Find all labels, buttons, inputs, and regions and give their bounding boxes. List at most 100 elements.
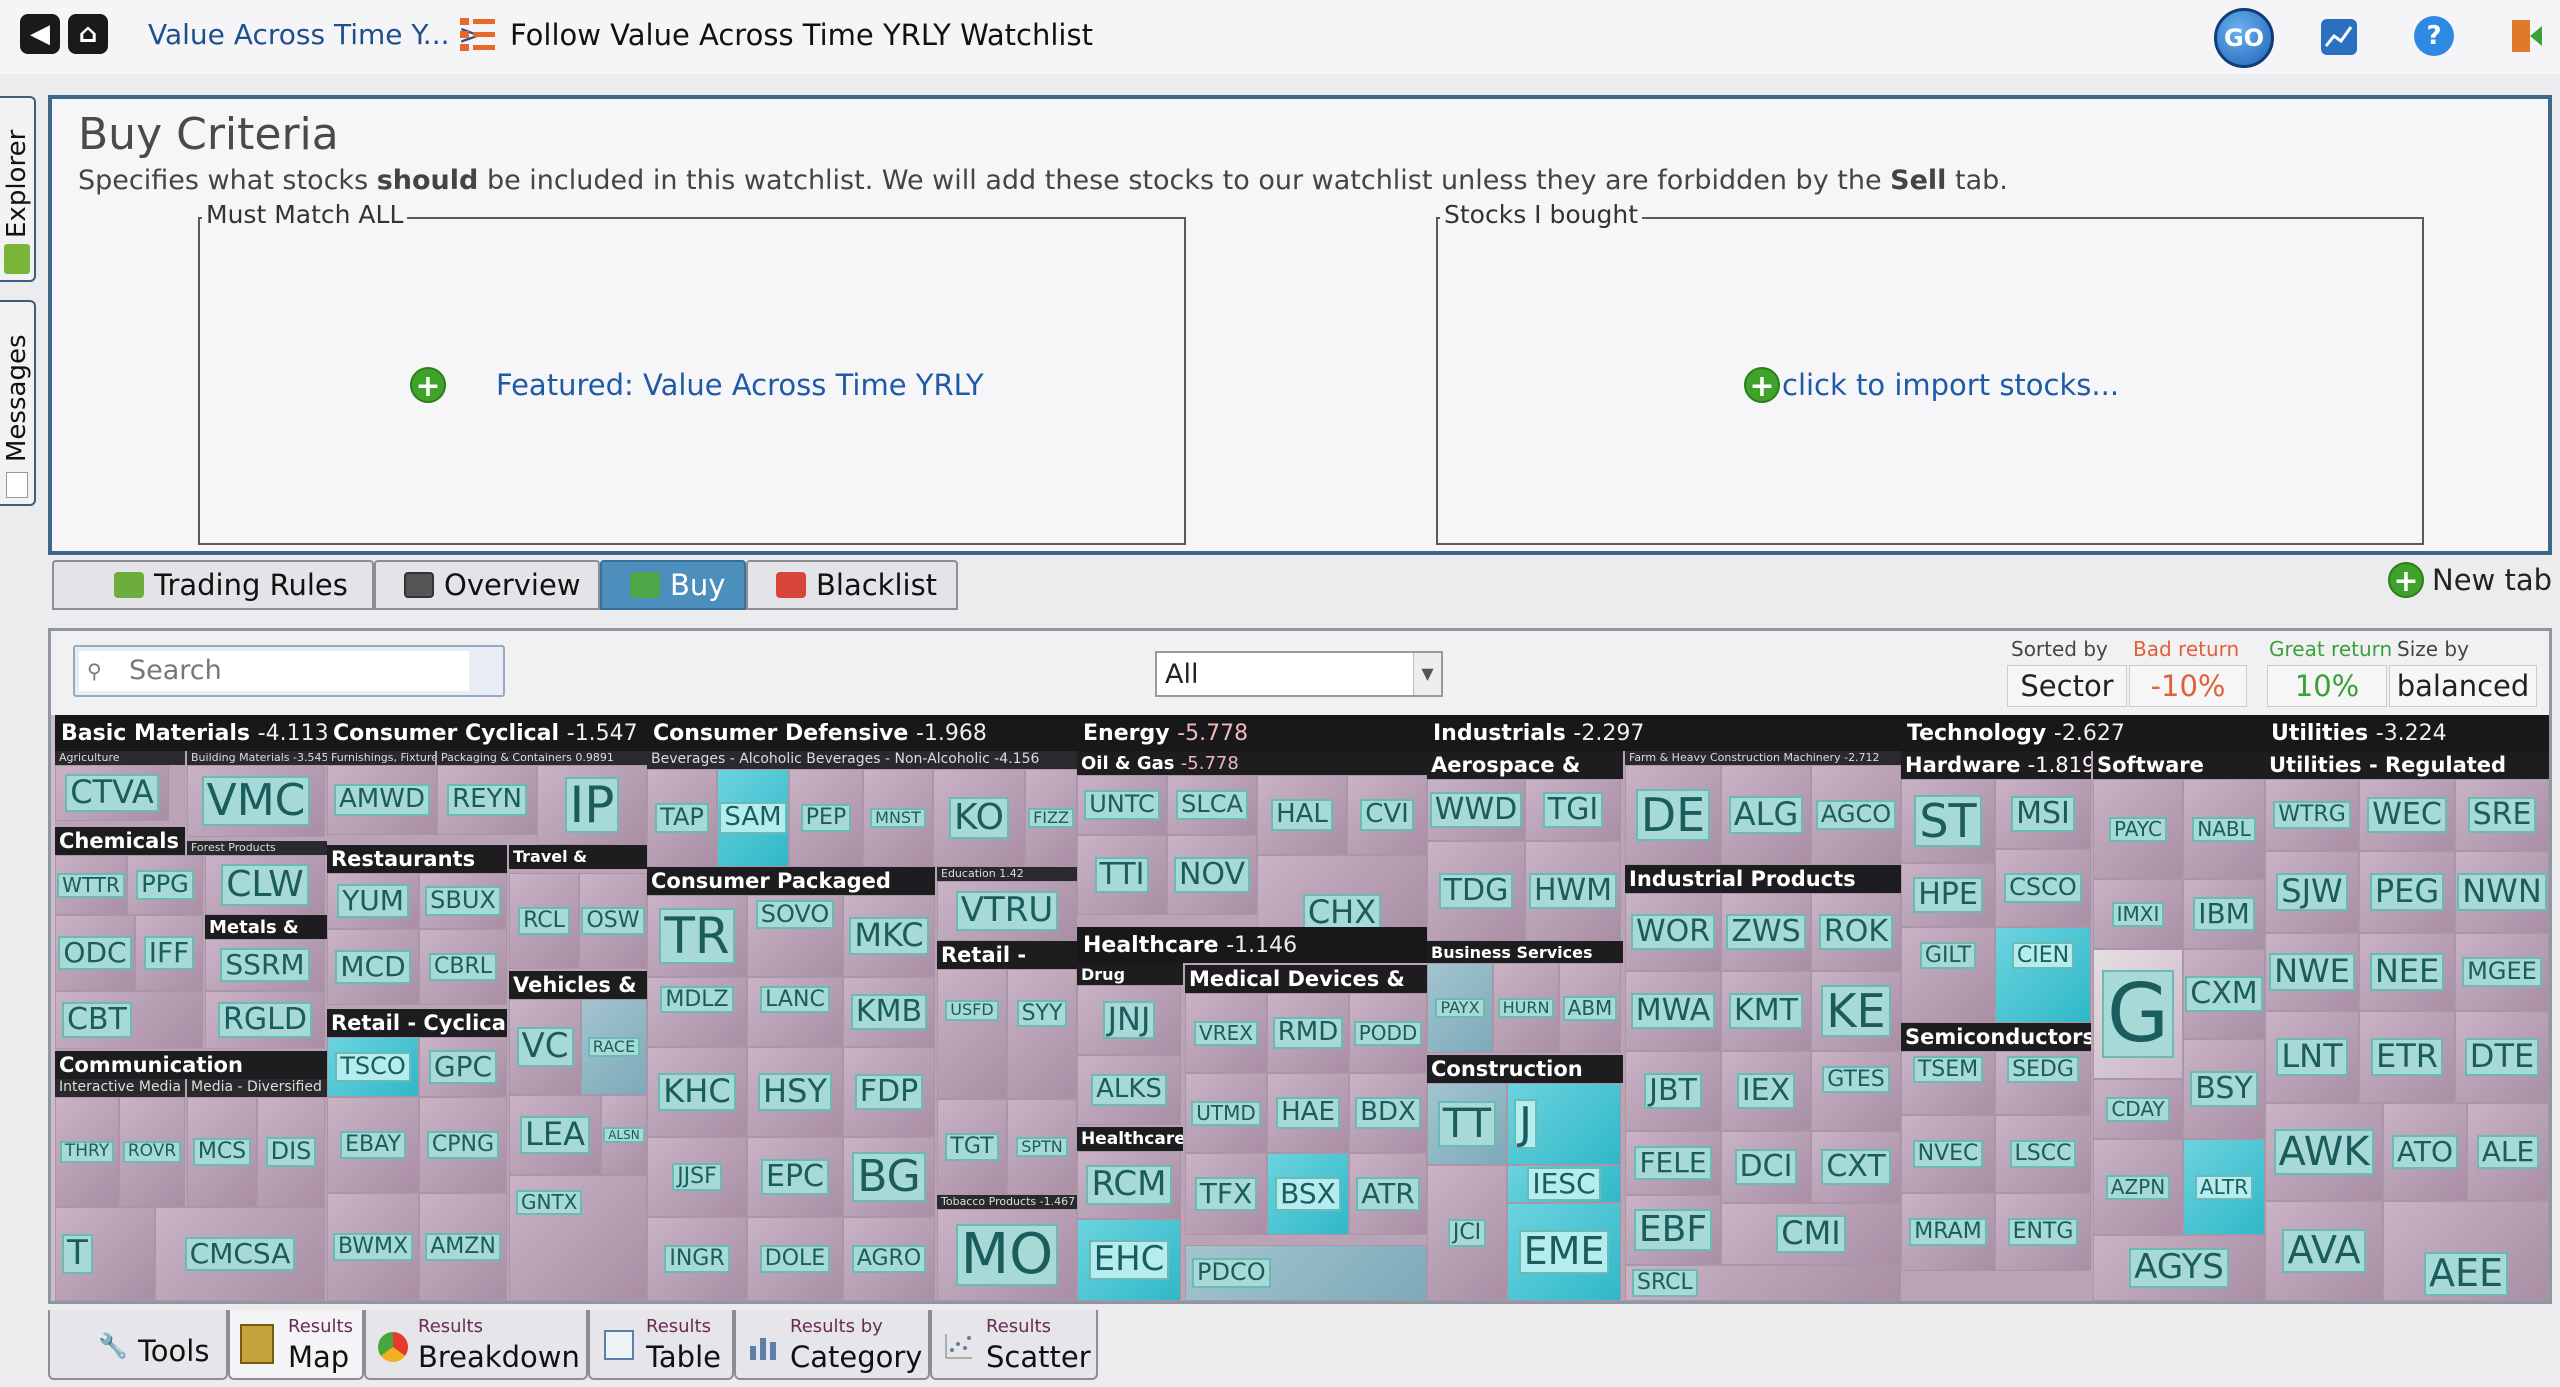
stock-tile[interactable]: TSEM: [1901, 1051, 1995, 1115]
stock-tile[interactable]: BSX: [1267, 1153, 1349, 1235]
stock-tile[interactable]: UTMD: [1185, 1073, 1267, 1153]
tab-results-category[interactable]: Results by Category: [734, 1310, 930, 1380]
explorer-side-tab[interactable]: Explorer: [0, 96, 36, 282]
stock-tile[interactable]: INGR: [647, 1217, 747, 1301]
stock-tile[interactable]: AMWD: [327, 765, 437, 835]
tab-blacklist[interactable]: Blacklist: [746, 560, 958, 610]
help-icon[interactable]: ?: [2414, 16, 2454, 56]
stock-tile[interactable]: TFX: [1185, 1153, 1267, 1235]
stock-tile[interactable]: FELE: [1625, 1131, 1721, 1195]
stock-tile[interactable]: PPG: [127, 855, 203, 915]
stock-tile[interactable]: LEA: [509, 1095, 601, 1175]
stock-tile[interactable]: PAYX: [1427, 963, 1493, 1053]
bad-return-value[interactable]: -10%: [2129, 665, 2247, 707]
tab-buy[interactable]: Buy: [600, 560, 746, 610]
stock-tile[interactable]: CTVA: [55, 765, 169, 821]
stock-tile[interactable]: MSI: [1995, 779, 2091, 849]
sector-consumer-defensive[interactable]: Consumer Defensive -1.968 Beverages - Al…: [647, 715, 1077, 1301]
stock-tile[interactable]: HSY: [747, 1047, 843, 1137]
stock-tile[interactable]: RGLD: [205, 991, 325, 1049]
stock-tile[interactable]: JCI: [1427, 1165, 1507, 1301]
sector-consumer-cyclical[interactable]: Consumer Cyclical -1.547 Furnishings, Fi…: [327, 715, 647, 1301]
stock-tile[interactable]: TAP: [647, 769, 717, 867]
stock-tile[interactable]: LANC: [747, 977, 843, 1047]
stock-tile[interactable]: AGRO: [843, 1217, 935, 1301]
stock-tile[interactable]: MDLZ: [647, 977, 747, 1047]
stock-tile[interactable]: GILT: [1901, 927, 1995, 1023]
stock-tile[interactable]: PODD: [1349, 993, 1427, 1073]
stock-tile[interactable]: CHX: [1257, 855, 1427, 935]
stock-tile[interactable]: BG: [843, 1137, 935, 1217]
filter-dropdown[interactable]: All ▼: [1155, 651, 1443, 697]
stock-tile[interactable]: ALSN: [601, 1095, 647, 1175]
stock-tile[interactable]: IP: [537, 765, 647, 845]
stock-tile[interactable]: PEP: [789, 769, 863, 867]
stock-tile[interactable]: VREX: [1185, 993, 1267, 1073]
stock-tile[interactable]: HPE: [1901, 863, 1995, 927]
stock-tile[interactable]: CPNG: [419, 1097, 507, 1193]
stock-tile[interactable]: EBF: [1625, 1195, 1721, 1265]
stock-tile[interactable]: SRE: [2455, 779, 2549, 851]
search-field[interactable]: ⚲ Search: [73, 645, 505, 697]
sector-basic-materials[interactable]: Basic Materials -4.113 Agriculture Build…: [55, 715, 327, 1301]
home-icon[interactable]: ⌂: [68, 14, 108, 54]
stock-tile[interactable]: CDAY: [2093, 1079, 2183, 1139]
stock-tile[interactable]: PEG: [2359, 851, 2455, 933]
stock-tile[interactable]: RMD: [1267, 993, 1349, 1073]
stock-tile[interactable]: TR: [647, 895, 747, 977]
stock-tile[interactable]: CXM: [2183, 949, 2265, 1039]
stock-tile[interactable]: SEDG: [1995, 1051, 2091, 1115]
stock-tile[interactable]: ENTG: [1995, 1193, 2091, 1271]
stock-tile[interactable]: NOV: [1167, 835, 1257, 915]
tab-results-scatter[interactable]: Results Scatter: [930, 1310, 1098, 1380]
tab-overview[interactable]: Overview: [374, 560, 600, 610]
stock-tile[interactable]: AVA: [2265, 1201, 2383, 1301]
stock-tile[interactable]: VC: [509, 999, 581, 1095]
stock-tile[interactable]: ABM: [1559, 963, 1621, 1053]
stock-tile[interactable]: DOLE: [747, 1217, 843, 1301]
stock-tile[interactable]: ETR: [2359, 1011, 2455, 1103]
stock-tile[interactable]: REYN: [437, 765, 537, 835]
stock-tile[interactable]: RCM: [1077, 1151, 1181, 1219]
sector-energy[interactable]: Energy -5.778 Oil & Gas -5.778 UNTC SLCA…: [1077, 715, 1427, 1301]
stock-tile[interactable]: AWK: [2265, 1103, 2383, 1201]
featured-criteria-link[interactable]: Featured: Value Across Time YRLY: [496, 368, 984, 402]
import-plus-icon[interactable]: +: [1744, 367, 1780, 404]
great-return-value[interactable]: 10%: [2267, 665, 2387, 707]
stock-tile[interactable]: HURN: [1493, 963, 1559, 1053]
stock-tile[interactable]: CMCSA: [155, 1207, 325, 1301]
stock-tile[interactable]: J: [1507, 1083, 1621, 1165]
stock-tile[interactable]: SOVO: [747, 895, 843, 977]
stock-tile[interactable]: ROK: [1811, 893, 1901, 971]
stock-tile[interactable]: PAYC: [2093, 779, 2183, 879]
stock-tile[interactable]: CVI: [1347, 775, 1427, 855]
tab-tools[interactable]: 🔧 Tools: [48, 1310, 228, 1380]
stock-tile[interactable]: GPC: [419, 1037, 507, 1097]
stock-tile[interactable]: KHC: [647, 1047, 747, 1137]
stock-tile[interactable]: FIZZ: [1025, 769, 1077, 867]
tab-results-table[interactable]: Results Table: [588, 1310, 734, 1380]
go-button[interactable]: GO: [2214, 8, 2274, 68]
stock-tile[interactable]: IBM: [2183, 879, 2265, 949]
messages-side-tab[interactable]: Messages: [0, 300, 36, 506]
stock-tile[interactable]: GNTX: [509, 1175, 647, 1301]
stock-tile[interactable]: BDX: [1349, 1073, 1427, 1153]
sorted-by-value[interactable]: Sector: [2007, 665, 2127, 707]
chart-icon[interactable]: [2320, 18, 2358, 56]
stock-tile[interactable]: KO: [933, 769, 1025, 867]
stock-tile[interactable]: WTRG: [2265, 779, 2359, 851]
stock-tile[interactable]: WWD: [1427, 779, 1525, 841]
stock-tile[interactable]: CBRL: [419, 929, 507, 1005]
stock-tile[interactable]: TT: [1427, 1083, 1507, 1165]
stock-tile[interactable]: IESC: [1507, 1165, 1621, 1203]
stock-tile[interactable]: BWMX: [327, 1193, 419, 1301]
stock-tile[interactable]: DTE: [2455, 1011, 2549, 1103]
stock-tile[interactable]: MKC: [843, 895, 935, 977]
stock-tile[interactable]: TDG: [1427, 841, 1525, 941]
stock-tile[interactable]: LSCC: [1995, 1115, 2091, 1193]
stock-tile[interactable]: HWM: [1525, 841, 1621, 941]
stock-tile[interactable]: SBUX: [419, 873, 507, 929]
stock-tile[interactable]: HAE: [1267, 1073, 1349, 1153]
stock-tile[interactable]: WOR: [1625, 893, 1721, 971]
stock-tile[interactable]: LNT: [2265, 1011, 2359, 1103]
